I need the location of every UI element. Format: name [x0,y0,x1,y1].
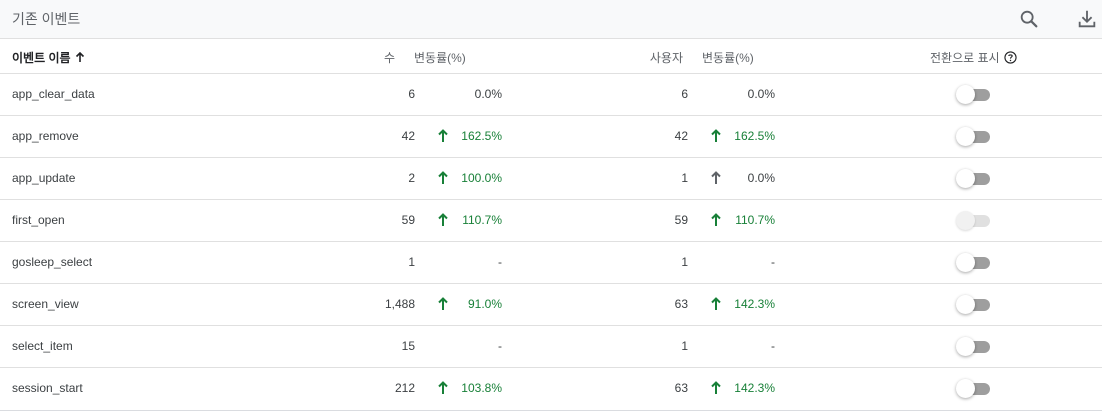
toggle-thumb [956,127,975,146]
user-count: 42 [674,129,688,143]
table-row: select_item 15 - 1 - [0,326,1102,368]
event-count: 212 [394,381,415,395]
trend-up-icon [710,297,722,311]
count-change: 91.0% [467,297,502,311]
help-icon[interactable] [1003,51,1017,64]
table-row: first_open 59 110.7% 59 110.7% [0,200,1102,242]
arrow-up-icon [75,52,84,62]
count-change: - [498,255,502,269]
event-count: 59 [401,213,415,227]
toggle-thumb [956,337,975,356]
card-title: 기존 이벤트 [12,11,81,27]
column-header-event-name[interactable]: 이벤트 이름 [12,49,85,66]
user-count: 1 [681,171,688,185]
count-change: - [498,339,502,353]
table-row: gosleep_select 1 - 1 - [0,242,1102,284]
column-header-count[interactable]: 수 [384,49,395,66]
column-header-event-name-label: 이벤트 이름 [12,51,71,65]
table-row: session_start 212 103.8% 63 142.3% [0,368,1102,409]
users-change: - [771,339,775,353]
mark-as-conversion-toggle[interactable] [956,379,992,398]
mark-as-conversion-toggle[interactable] [956,127,992,146]
mark-as-conversion-toggle [956,211,992,230]
user-count: 1 [681,255,688,269]
event-name: app_clear_data [12,87,95,101]
event-count: 1,488 [384,297,415,311]
count-change: 110.7% [462,213,502,227]
existing-events-card: 기존 이벤트 이벤트 이름 수 변동률(%) 사용자 변동률(%) 전환으로 표… [0,0,1102,411]
table-header: 이벤트 이름 수 변동률(%) 사용자 변동률(%) 전환으로 표시 [0,39,1102,74]
user-count: 59 [674,213,688,227]
event-name: screen_view [12,297,79,311]
trend-up-icon [710,171,722,185]
user-count: 63 [674,381,688,395]
trend-up-icon [437,213,449,227]
count-change: 0.0% [474,87,502,101]
card-header: 기존 이벤트 [0,0,1102,39]
toggle-thumb [956,169,975,188]
column-header-users-change[interactable]: 변동률(%) [702,49,754,66]
trend-up-icon [437,297,449,311]
mark-as-conversion-toggle[interactable] [956,253,992,272]
mark-as-conversion-toggle[interactable] [956,337,992,356]
event-count: 15 [401,339,415,353]
toggle-thumb [956,211,975,230]
trend-up-icon [710,129,722,143]
download-button[interactable] [1075,7,1099,31]
event-name: first_open [12,213,65,227]
count-change: 100.0% [461,171,502,185]
column-header-mark-conversion-label: 전환으로 표시 [930,51,1000,65]
event-name: gosleep_select [12,255,93,269]
table-row: app_clear_data 6 0.0% 6 0.0% [0,74,1102,116]
event-count: 6 [408,87,415,101]
toggle-thumb [956,253,975,272]
user-count: 1 [681,339,688,353]
event-name: app_remove [12,129,79,143]
toggle-thumb [956,379,975,398]
count-change: 162.5% [461,129,502,143]
table-row: app_update 2 100.0% 1 0.0% [0,158,1102,200]
table-row: app_remove 42 162.5% 42 162.5% [0,116,1102,158]
table-row: screen_view 1,488 91.0% 63 142.3% [0,284,1102,326]
search-icon [1020,10,1038,28]
toggle-thumb [956,85,975,104]
users-change: 110.7% [735,213,775,227]
toggle-thumb [956,295,975,314]
column-header-mark-conversion: 전환으로 표시 [930,49,1017,66]
user-count: 63 [674,297,688,311]
mark-as-conversion-toggle[interactable] [956,85,992,104]
event-name: session_start [12,381,83,395]
count-change: 103.8% [461,381,502,395]
event-count: 42 [401,129,415,143]
trend-up-icon [437,171,449,185]
users-change: - [771,255,775,269]
user-count: 6 [681,87,688,101]
event-name: select_item [12,339,73,353]
event-count: 2 [408,171,415,185]
download-icon [1078,10,1096,28]
column-header-users[interactable]: 사용자 [650,49,683,66]
event-name: app_update [12,171,76,185]
users-change: 162.5% [734,129,775,143]
users-change: 142.3% [734,381,775,395]
trend-up-icon [437,381,449,395]
search-button[interactable] [1017,7,1041,31]
trend-up-icon [710,381,722,395]
users-change: 0.0% [747,87,775,101]
trend-up-icon [710,213,722,227]
events-table-body: app_clear_data 6 0.0% 6 0.0% app_remove 42 162.… [0,74,1102,409]
mark-as-conversion-toggle[interactable] [956,169,992,188]
event-count: 1 [408,255,415,269]
column-header-count-change[interactable]: 변동률(%) [414,49,466,66]
users-change: 142.3% [734,297,775,311]
mark-as-conversion-toggle[interactable] [956,295,992,314]
users-change: 0.0% [747,171,775,185]
trend-up-icon [437,129,449,143]
